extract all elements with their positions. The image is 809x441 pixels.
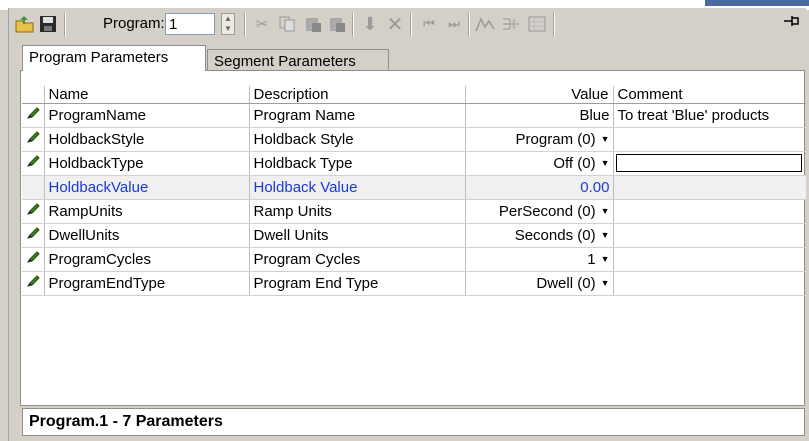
comment-cell[interactable]: [613, 199, 806, 224]
first-icon[interactable]: ⏮: [418, 13, 440, 35]
value-cell[interactable]: Dwell (0) ▼: [465, 271, 614, 296]
description-cell[interactable]: Program Name: [249, 103, 466, 128]
name-cell[interactable]: HoldbackValue: [44, 175, 250, 200]
toolbar-separator: [468, 13, 470, 37]
insert-down-icon[interactable]: ⬇: [359, 13, 381, 35]
value-cell[interactable]: 0.00: [465, 175, 614, 200]
edit-pencil-icon: [22, 271, 45, 296]
comment-cell[interactable]: To treat 'Blue' products: [613, 103, 806, 128]
description-cell[interactable]: Dwell Units: [249, 223, 466, 248]
table-row[interactable]: ProgramCycles Program Cycles 1 ▼: [22, 247, 806, 272]
toolbar-separator: [410, 13, 412, 37]
row-indicator-header: [22, 86, 45, 104]
open-folder-icon[interactable]: [14, 13, 36, 35]
value-text: 1: [587, 250, 596, 268]
description-cell[interactable]: Holdback Type: [249, 151, 466, 176]
toolbar-separator: [553, 13, 555, 37]
last-icon[interactable]: ⏭: [443, 13, 465, 35]
value-cell[interactable]: Blue: [465, 103, 614, 128]
row-indicator: [22, 175, 45, 200]
edit-pencil-icon: [22, 103, 45, 128]
parameters-table: Name Description Value Comment ProgramNa…: [22, 86, 806, 296]
edit-pencil-icon: [22, 199, 45, 224]
program-spinner[interactable]: ▲ ▼: [221, 13, 235, 35]
value-text: PerSecond (0): [498, 202, 596, 220]
comment-edit-box[interactable]: [615, 154, 802, 172]
program-number-input[interactable]: [165, 13, 215, 35]
edit-pencil-icon: [22, 151, 45, 176]
description-cell[interactable]: Program Cycles: [249, 247, 466, 272]
table-header-row: Name Description Value Comment: [22, 86, 806, 104]
value-text: Seconds (0): [514, 226, 596, 244]
toolbar-separator: [64, 13, 66, 37]
value-cell[interactable]: 1 ▼: [465, 247, 614, 272]
copy-icon[interactable]: [276, 13, 298, 35]
comment-cell[interactable]: [613, 223, 806, 248]
value-text: Off (0): [553, 154, 596, 172]
toolbar-separator: [352, 13, 354, 37]
value-text: Blue: [579, 106, 610, 124]
paste-special-icon[interactable]: [326, 13, 348, 35]
value-cell[interactable]: Seconds (0) ▼: [465, 223, 614, 248]
edit-pencil-icon: [22, 127, 45, 152]
grid-icon[interactable]: [526, 13, 548, 35]
name-column-header[interactable]: Name: [44, 86, 250, 104]
comment-cell[interactable]: [613, 247, 806, 272]
tree-icon[interactable]: [500, 13, 522, 35]
comment-cell[interactable]: [613, 151, 806, 176]
name-cell[interactable]: ProgramCycles: [44, 247, 250, 272]
table-row[interactable]: HoldbackType Holdback Type Off (0) ▼: [22, 151, 806, 176]
description-cell[interactable]: Program End Type: [249, 271, 466, 296]
dropdown-arrow-icon[interactable]: ▼: [601, 158, 610, 168]
name-cell[interactable]: RampUnits: [44, 199, 250, 224]
save-icon[interactable]: [37, 13, 59, 35]
comment-cell[interactable]: [613, 175, 806, 200]
value-text: Dwell (0): [536, 274, 596, 292]
comment-cell[interactable]: [613, 127, 806, 152]
table-row[interactable]: ProgramEndType Program End Type Dwell (0) ▼: [22, 271, 806, 296]
pin-icon[interactable]: [783, 14, 801, 32]
comment-text: To treat 'Blue' products: [617, 106, 770, 124]
table-row[interactable]: RampUnits Ramp Units PerSecond (0) ▼: [22, 199, 806, 224]
description-column-header[interactable]: Description: [249, 86, 466, 104]
table-row[interactable]: ProgramName Program Name Blue To treat 'Blu…: [22, 103, 806, 128]
cut-icon[interactable]: ✂: [251, 13, 273, 35]
name-cell[interactable]: HoldbackStyle: [44, 127, 250, 152]
dropdown-arrow-icon[interactable]: ▼: [601, 278, 610, 288]
tab-program-parameters[interactable]: Program Parameters: [22, 45, 206, 71]
value-cell[interactable]: Off (0) ▼: [465, 151, 614, 176]
table-row[interactable]: HoldbackValue Holdback Value 0.00: [22, 175, 806, 200]
description-cell[interactable]: Holdback Value: [249, 175, 466, 200]
name-cell[interactable]: HoldbackType: [44, 151, 250, 176]
description-cell[interactable]: Ramp Units: [249, 199, 466, 224]
description-cell[interactable]: Holdback Style: [249, 127, 466, 152]
name-cell[interactable]: DwellUnits: [44, 223, 250, 248]
value-column-header[interactable]: Value: [465, 86, 614, 104]
chart-icon[interactable]: [474, 13, 496, 35]
title-bar-fragment: [705, 0, 809, 6]
edit-pencil-icon: [22, 223, 45, 248]
value-text: Program (0): [515, 130, 596, 148]
dropdown-arrow-icon[interactable]: ▼: [601, 230, 610, 240]
status-bar: Program.1 - 7 Parameters: [22, 408, 805, 436]
value-cell[interactable]: PerSecond (0) ▼: [465, 199, 614, 224]
dropdown-arrow-icon[interactable]: ▼: [601, 134, 610, 144]
dropdown-arrow-icon[interactable]: ▼: [601, 254, 610, 264]
paste-icon[interactable]: [302, 13, 324, 35]
name-cell[interactable]: ProgramName: [44, 103, 250, 128]
delete-icon[interactable]: ✕: [384, 13, 406, 36]
table-row[interactable]: HoldbackStyle Holdback Style Program (0) ▼: [22, 127, 806, 152]
program-label: Program:: [103, 15, 165, 32]
table-row[interactable]: DwellUnits Dwell Units Seconds (0) ▼: [22, 223, 806, 248]
comment-column-header[interactable]: Comment: [613, 86, 806, 104]
toolbar-separator: [244, 13, 246, 37]
comment-cell[interactable]: [613, 271, 806, 296]
dropdown-arrow-icon[interactable]: ▼: [601, 206, 610, 216]
name-cell[interactable]: ProgramEndType: [44, 271, 250, 296]
value-text: 0.00: [580, 178, 610, 196]
value-cell[interactable]: Program (0) ▼: [465, 127, 614, 152]
edit-pencil-icon: [22, 247, 45, 272]
